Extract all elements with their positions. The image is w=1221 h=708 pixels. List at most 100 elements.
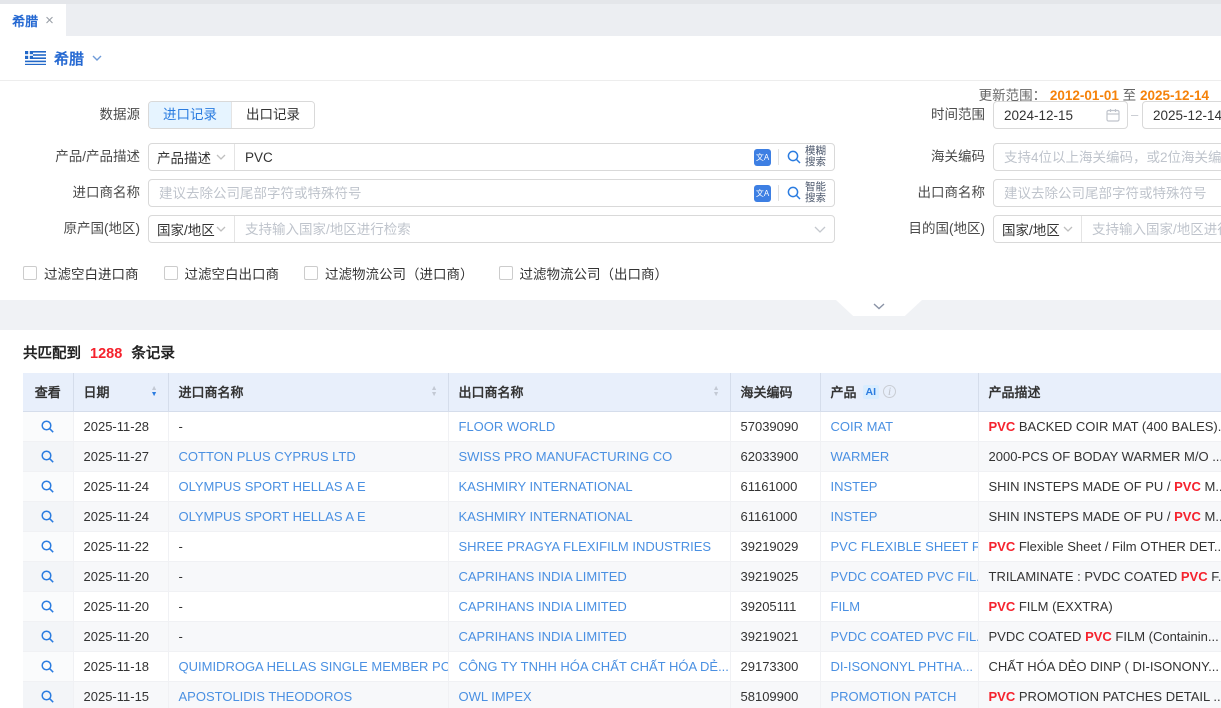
product-link[interactable]: WARMER <box>831 449 890 464</box>
hs-code-input[interactable] <box>994 145 1221 169</box>
filter-checkbox[interactable]: 过滤空白进口商 <box>23 263 139 283</box>
checkbox-icon[interactable] <box>23 266 37 280</box>
view-magnifier-icon[interactable] <box>40 509 55 524</box>
view-cell[interactable] <box>23 411 73 441</box>
close-icon[interactable]: × <box>45 13 54 28</box>
exporter-link[interactable]: CAPRIHANS INDIA LIMITED <box>459 629 627 644</box>
view-magnifier-icon[interactable] <box>40 569 55 584</box>
view-cell[interactable] <box>23 561 73 591</box>
exporter-link[interactable]: CAPRIHANS INDIA LIMITED <box>459 599 627 614</box>
collapse-handle[interactable] <box>836 300 922 316</box>
panel-gap <box>0 300 1221 330</box>
greece-flag-icon <box>25 51 46 65</box>
sort-exporter[interactable]: ▲▼ <box>713 386 720 398</box>
results-suffix: 条记录 <box>131 346 175 362</box>
date-to-field[interactable] <box>1142 101 1221 129</box>
view-cell[interactable] <box>23 621 73 651</box>
view-magnifier-icon[interactable] <box>40 479 55 494</box>
product-link[interactable]: PVDC COATED PVC FIL... <box>831 569 979 584</box>
smart-search-button[interactable]: 智能搜索 <box>786 182 826 204</box>
checkbox-icon[interactable] <box>164 266 178 280</box>
translate-icon[interactable]: 文A <box>754 149 771 166</box>
exporter-link[interactable]: SWISS PRO MANUFACTURING CO <box>459 449 673 464</box>
chevron-down-icon <box>1063 226 1073 232</box>
view-cell[interactable] <box>23 471 73 501</box>
empty-value: - <box>179 419 183 434</box>
product-link[interactable]: PROMOTION PATCH <box>831 689 957 704</box>
exporter-link[interactable]: FLOOR WORLD <box>459 419 556 434</box>
date-to-input[interactable] <box>1143 103 1221 127</box>
tab-import-records[interactable]: 进口记录 <box>149 102 231 128</box>
importer-link[interactable]: COTTON PLUS CYPRUS LTD <box>179 449 356 464</box>
view-cell[interactable] <box>23 501 73 531</box>
filter-checkbox[interactable]: 过滤物流公司（进口商） <box>304 263 474 283</box>
product-link[interactable]: INSTEP <box>831 509 878 524</box>
table-row: 2025-11-15APOSTOLIDIS THEODOROSOWL IMPEX… <box>23 681 1221 708</box>
view-cell[interactable] <box>23 681 73 708</box>
exporter-input[interactable] <box>994 181 1221 205</box>
hs-code-cell: 58109900 <box>730 681 820 708</box>
product-type-select[interactable]: 产品描述 <box>149 144 235 170</box>
info-icon[interactable]: i <box>883 385 896 398</box>
hs-code-field[interactable] <box>993 143 1221 171</box>
description-text: CHẤT HÓA DẺO DINP ( DI-ISONONY... <box>989 659 1219 674</box>
date-from-input[interactable] <box>994 103 1098 127</box>
tab-greece[interactable]: 希腊 × <box>0 4 66 36</box>
description-cell: PVC BACKED COIR MAT (400 BALES)... <box>978 411 1221 441</box>
exporter-link[interactable]: OWL IMPEX <box>459 689 532 704</box>
view-cell[interactable] <box>23 651 73 681</box>
description-cell: SHIN INSTEPS MADE OF PU / PVC M... <box>978 471 1221 501</box>
exporter-link[interactable]: CAPRIHANS INDIA LIMITED <box>459 569 627 584</box>
product-link[interactable]: PVC FLEXIBLE SHEET F... <box>831 539 979 554</box>
importer-link[interactable]: QUIMIDROGA HELLAS SINGLE MEMBER PC <box>179 659 449 674</box>
checkbox-icon[interactable] <box>499 266 513 280</box>
exporter-link[interactable]: CÔNG TY TNHH HÓA CHẤT CHẤT HÓA DẺ... <box>459 659 729 674</box>
empty-value: - <box>179 599 183 614</box>
product-input[interactable] <box>235 145 746 169</box>
view-magnifier-icon[interactable] <box>40 689 55 704</box>
view-magnifier-icon[interactable] <box>40 539 55 554</box>
product-link[interactable]: INSTEP <box>831 479 878 494</box>
view-cell[interactable] <box>23 591 73 621</box>
view-magnifier-icon[interactable] <box>40 629 55 644</box>
filter-checkbox[interactable]: 过滤空白出口商 <box>164 263 280 283</box>
date-from-field[interactable] <box>993 101 1128 129</box>
translate-icon[interactable]: 文A <box>754 185 771 202</box>
exporter-link[interactable]: KASHMIRY INTERNATIONAL <box>459 479 633 494</box>
importer-link[interactable]: APOSTOLIDIS THEODOROS <box>179 689 353 704</box>
origin-input[interactable] <box>235 217 806 241</box>
destination-input[interactable] <box>1082 217 1221 241</box>
importer-cell: - <box>168 591 448 621</box>
sort-date[interactable]: ▲▼ <box>151 386 158 398</box>
origin-type-select[interactable]: 国家/地区 <box>149 216 235 242</box>
exporter-link[interactable]: KASHMIRY INTERNATIONAL <box>459 509 633 524</box>
exporter-link[interactable]: SHREE PRAGYA FLEXIFILM INDUSTRIES <box>459 539 712 554</box>
importer-link[interactable]: OLYMPUS SPORT HELLAS A E <box>179 509 366 524</box>
exporter-field[interactable] <box>993 179 1221 207</box>
view-magnifier-icon[interactable] <box>40 419 55 434</box>
importer-link[interactable]: OLYMPUS SPORT HELLAS A E <box>179 479 366 494</box>
checkbox-icon[interactable] <box>304 266 318 280</box>
view-cell[interactable] <box>23 531 73 561</box>
filter-checkbox[interactable]: 过滤物流公司（出口商） <box>499 263 669 283</box>
product-link[interactable]: PVDC COATED PVC FIL... <box>831 629 979 644</box>
product-link[interactable]: COIR MAT <box>831 419 894 434</box>
checkbox-label: 过滤物流公司（出口商） <box>520 263 669 283</box>
chevron-down-icon[interactable] <box>92 55 102 61</box>
sort-importer[interactable]: ▲▼ <box>431 386 438 398</box>
view-magnifier-icon[interactable] <box>40 659 55 674</box>
hs-code-cell: 39219025 <box>730 561 820 591</box>
tab-export-records[interactable]: 出口记录 <box>231 102 314 128</box>
search-icon <box>786 185 802 201</box>
chevron-down-icon[interactable] <box>814 226 826 233</box>
hs-code-cell: 61161000 <box>730 501 820 531</box>
fuzzy-search-button[interactable]: 模糊搜索 <box>786 146 826 168</box>
view-cell[interactable] <box>23 441 73 471</box>
destination-type-select[interactable]: 国家/地区 <box>994 216 1082 242</box>
importer-input[interactable] <box>149 181 746 205</box>
view-magnifier-icon[interactable] <box>40 599 55 614</box>
description-cell: CHẤT HÓA DẺO DINP ( DI-ISONONY... <box>978 651 1221 681</box>
view-magnifier-icon[interactable] <box>40 449 55 464</box>
product-link[interactable]: FILM <box>831 599 861 614</box>
product-link[interactable]: DI-ISONONYL PHTHA... <box>831 659 974 674</box>
